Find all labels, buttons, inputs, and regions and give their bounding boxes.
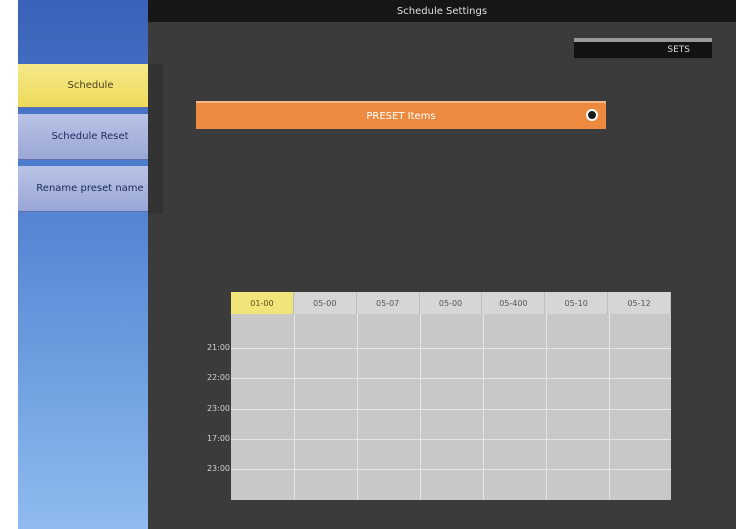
grid-divider — [483, 314, 484, 500]
day-tab[interactable]: 05-400 — [482, 292, 546, 314]
grid-divider — [546, 314, 547, 500]
day-tab[interactable]: 05-00 — [293, 292, 357, 314]
time-label: 23:00 — [206, 464, 230, 473]
main-panel: Schedule Settings SETS PRESET Items 21:0… — [148, 0, 736, 529]
day-tab[interactable]: 05-07 — [356, 292, 420, 314]
day-tab[interactable]: 01-00 — [231, 292, 294, 314]
grid-divider — [231, 409, 671, 410]
sidebar-item-schedule-reset[interactable]: Schedule Reset — [18, 114, 162, 160]
time-label: 22:00 — [206, 373, 230, 382]
status-indicator: SETS — [574, 38, 712, 58]
sidebar-item-label: Schedule Reset — [51, 131, 129, 142]
grid-divider — [357, 314, 358, 500]
grid-divider — [231, 439, 671, 440]
page-title: Schedule Settings — [396, 5, 488, 17]
close-icon[interactable] — [586, 109, 598, 121]
sidebar-item-schedule[interactable]: Schedule — [18, 64, 163, 108]
schedule-grid[interactable]: 01-00 05-00 05-07 05-00 05-400 05-10 05-… — [231, 292, 672, 500]
day-tab[interactable]: 05-00 — [419, 292, 483, 314]
status-label: SETS — [667, 45, 690, 55]
grid-divider — [420, 314, 421, 500]
day-tab[interactable]: 05-12 — [608, 292, 672, 314]
schedule-screen: Schedule Schedule Reset Rename preset na… — [18, 0, 736, 529]
preset-banner[interactable]: PRESET Items — [196, 101, 606, 129]
sidebar-item-rename-preset[interactable]: Rename preset name — [18, 166, 162, 212]
time-label: 17:00 — [206, 434, 230, 443]
day-tab[interactable]: 05-10 — [545, 292, 609, 314]
title-bar: Schedule Settings — [148, 0, 736, 22]
sidebar-item-label: Rename preset name — [36, 183, 144, 194]
sidebar-shadow — [148, 64, 163, 214]
grid-divider — [609, 314, 610, 500]
time-label: 21:00 — [206, 343, 230, 352]
grid-divider — [231, 469, 671, 470]
day-header-row: 01-00 05-00 05-07 05-00 05-400 05-10 05-… — [231, 292, 672, 314]
grid-divider — [231, 378, 671, 379]
time-label: 23:00 — [206, 404, 230, 413]
grid-divider — [231, 348, 671, 349]
preset-banner-label: PRESET Items — [366, 110, 436, 122]
sidebar-item-label: Schedule — [67, 80, 114, 91]
grid-divider — [294, 314, 295, 500]
